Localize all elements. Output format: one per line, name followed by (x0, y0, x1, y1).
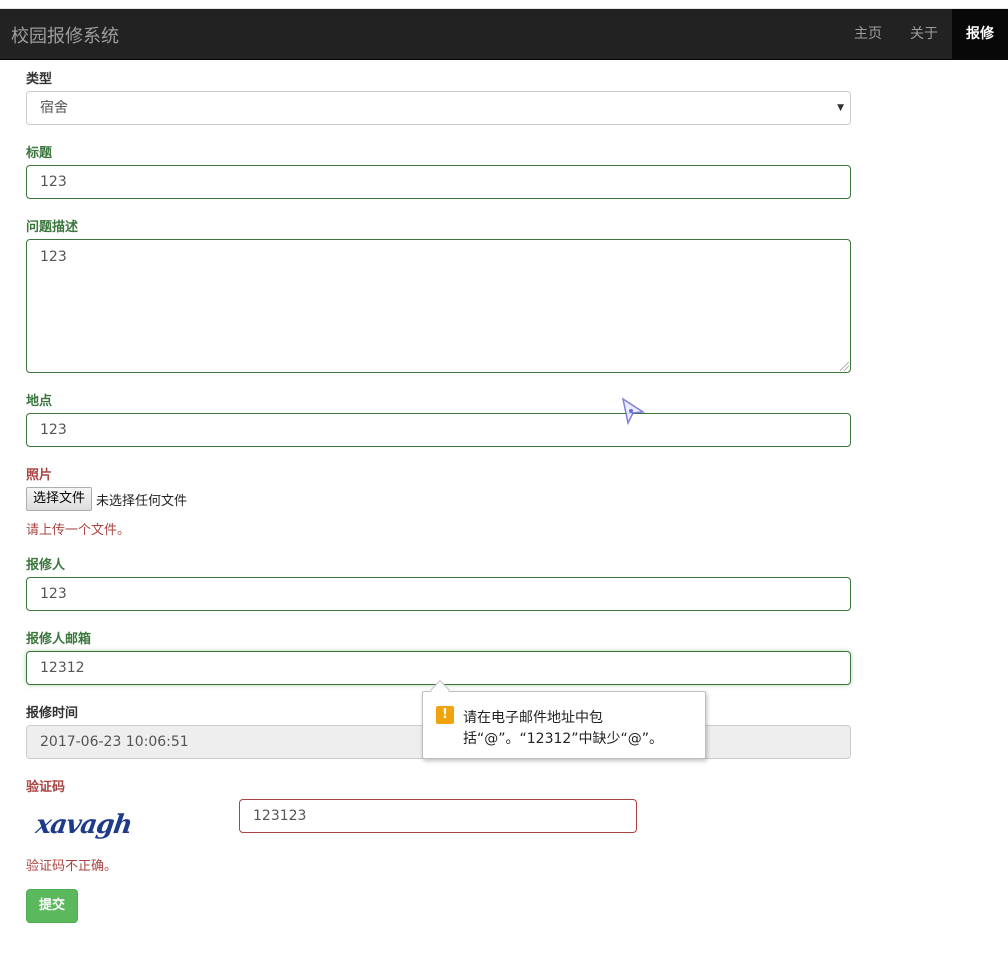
warning-icon: ! (436, 706, 454, 724)
browser-top-strip (0, 0, 1008, 9)
submit-button[interactable]: 提交 (26, 889, 79, 923)
description-label: 问题描述 (26, 220, 79, 235)
type-select-value: 宿舍 (40, 100, 68, 116)
mouse-cursor-icon (621, 397, 646, 426)
captcha-error: 验证码不正确。 (26, 859, 118, 874)
choose-file-button[interactable]: 选择文件 (26, 487, 93, 511)
location-label: 地点 (26, 394, 53, 409)
tooltip-message: 请在电子邮件地址中包括“@”。“12312”中缺少“@”。 (463, 710, 664, 747)
nav-item-home[interactable]: 主页 (840, 9, 896, 59)
file-status: 未选择任何文件 (96, 493, 188, 509)
photo-label: 照片 (26, 468, 53, 483)
chevron-down-icon: ▼ (837, 103, 844, 113)
title-label: 标题 (26, 146, 53, 161)
title-input[interactable]: 123 (26, 165, 851, 199)
photo-file-input: 选择文件 未选择任何文件 (26, 487, 187, 511)
captcha-image[interactable]: xavagh (34, 810, 134, 840)
nav-menu: 主页 关于 报修 (840, 9, 1008, 59)
reporter-label: 报修人 (26, 558, 66, 573)
photo-error: 请上传一个文件。 (26, 523, 131, 538)
description-textarea[interactable]: 123 (26, 239, 851, 373)
type-label: 类型 (26, 72, 53, 87)
navbar: 校园报修系统 主页 关于 报修 (0, 9, 1008, 60)
captcha-label: 验证码 (26, 780, 66, 795)
nav-item-about[interactable]: 关于 (896, 9, 952, 59)
resize-grip-icon[interactable] (840, 362, 849, 371)
description-value: 123 (40, 249, 67, 265)
captcha-input[interactable]: 123123 (239, 799, 637, 833)
brand-title[interactable]: 校园报修系统 (11, 22, 119, 48)
email-label: 报修人邮箱 (26, 632, 92, 647)
validation-tooltip: ! 请在电子邮件地址中包括“@”。“12312”中缺少“@”。 (422, 680, 706, 759)
time-label: 报修时间 (26, 706, 79, 721)
nav-item-repair[interactable]: 报修 (952, 9, 1008, 59)
type-select[interactable]: 宿舍 ▼ (26, 91, 851, 125)
reporter-input[interactable]: 123 (26, 577, 851, 611)
location-input[interactable]: 123 (26, 413, 851, 447)
